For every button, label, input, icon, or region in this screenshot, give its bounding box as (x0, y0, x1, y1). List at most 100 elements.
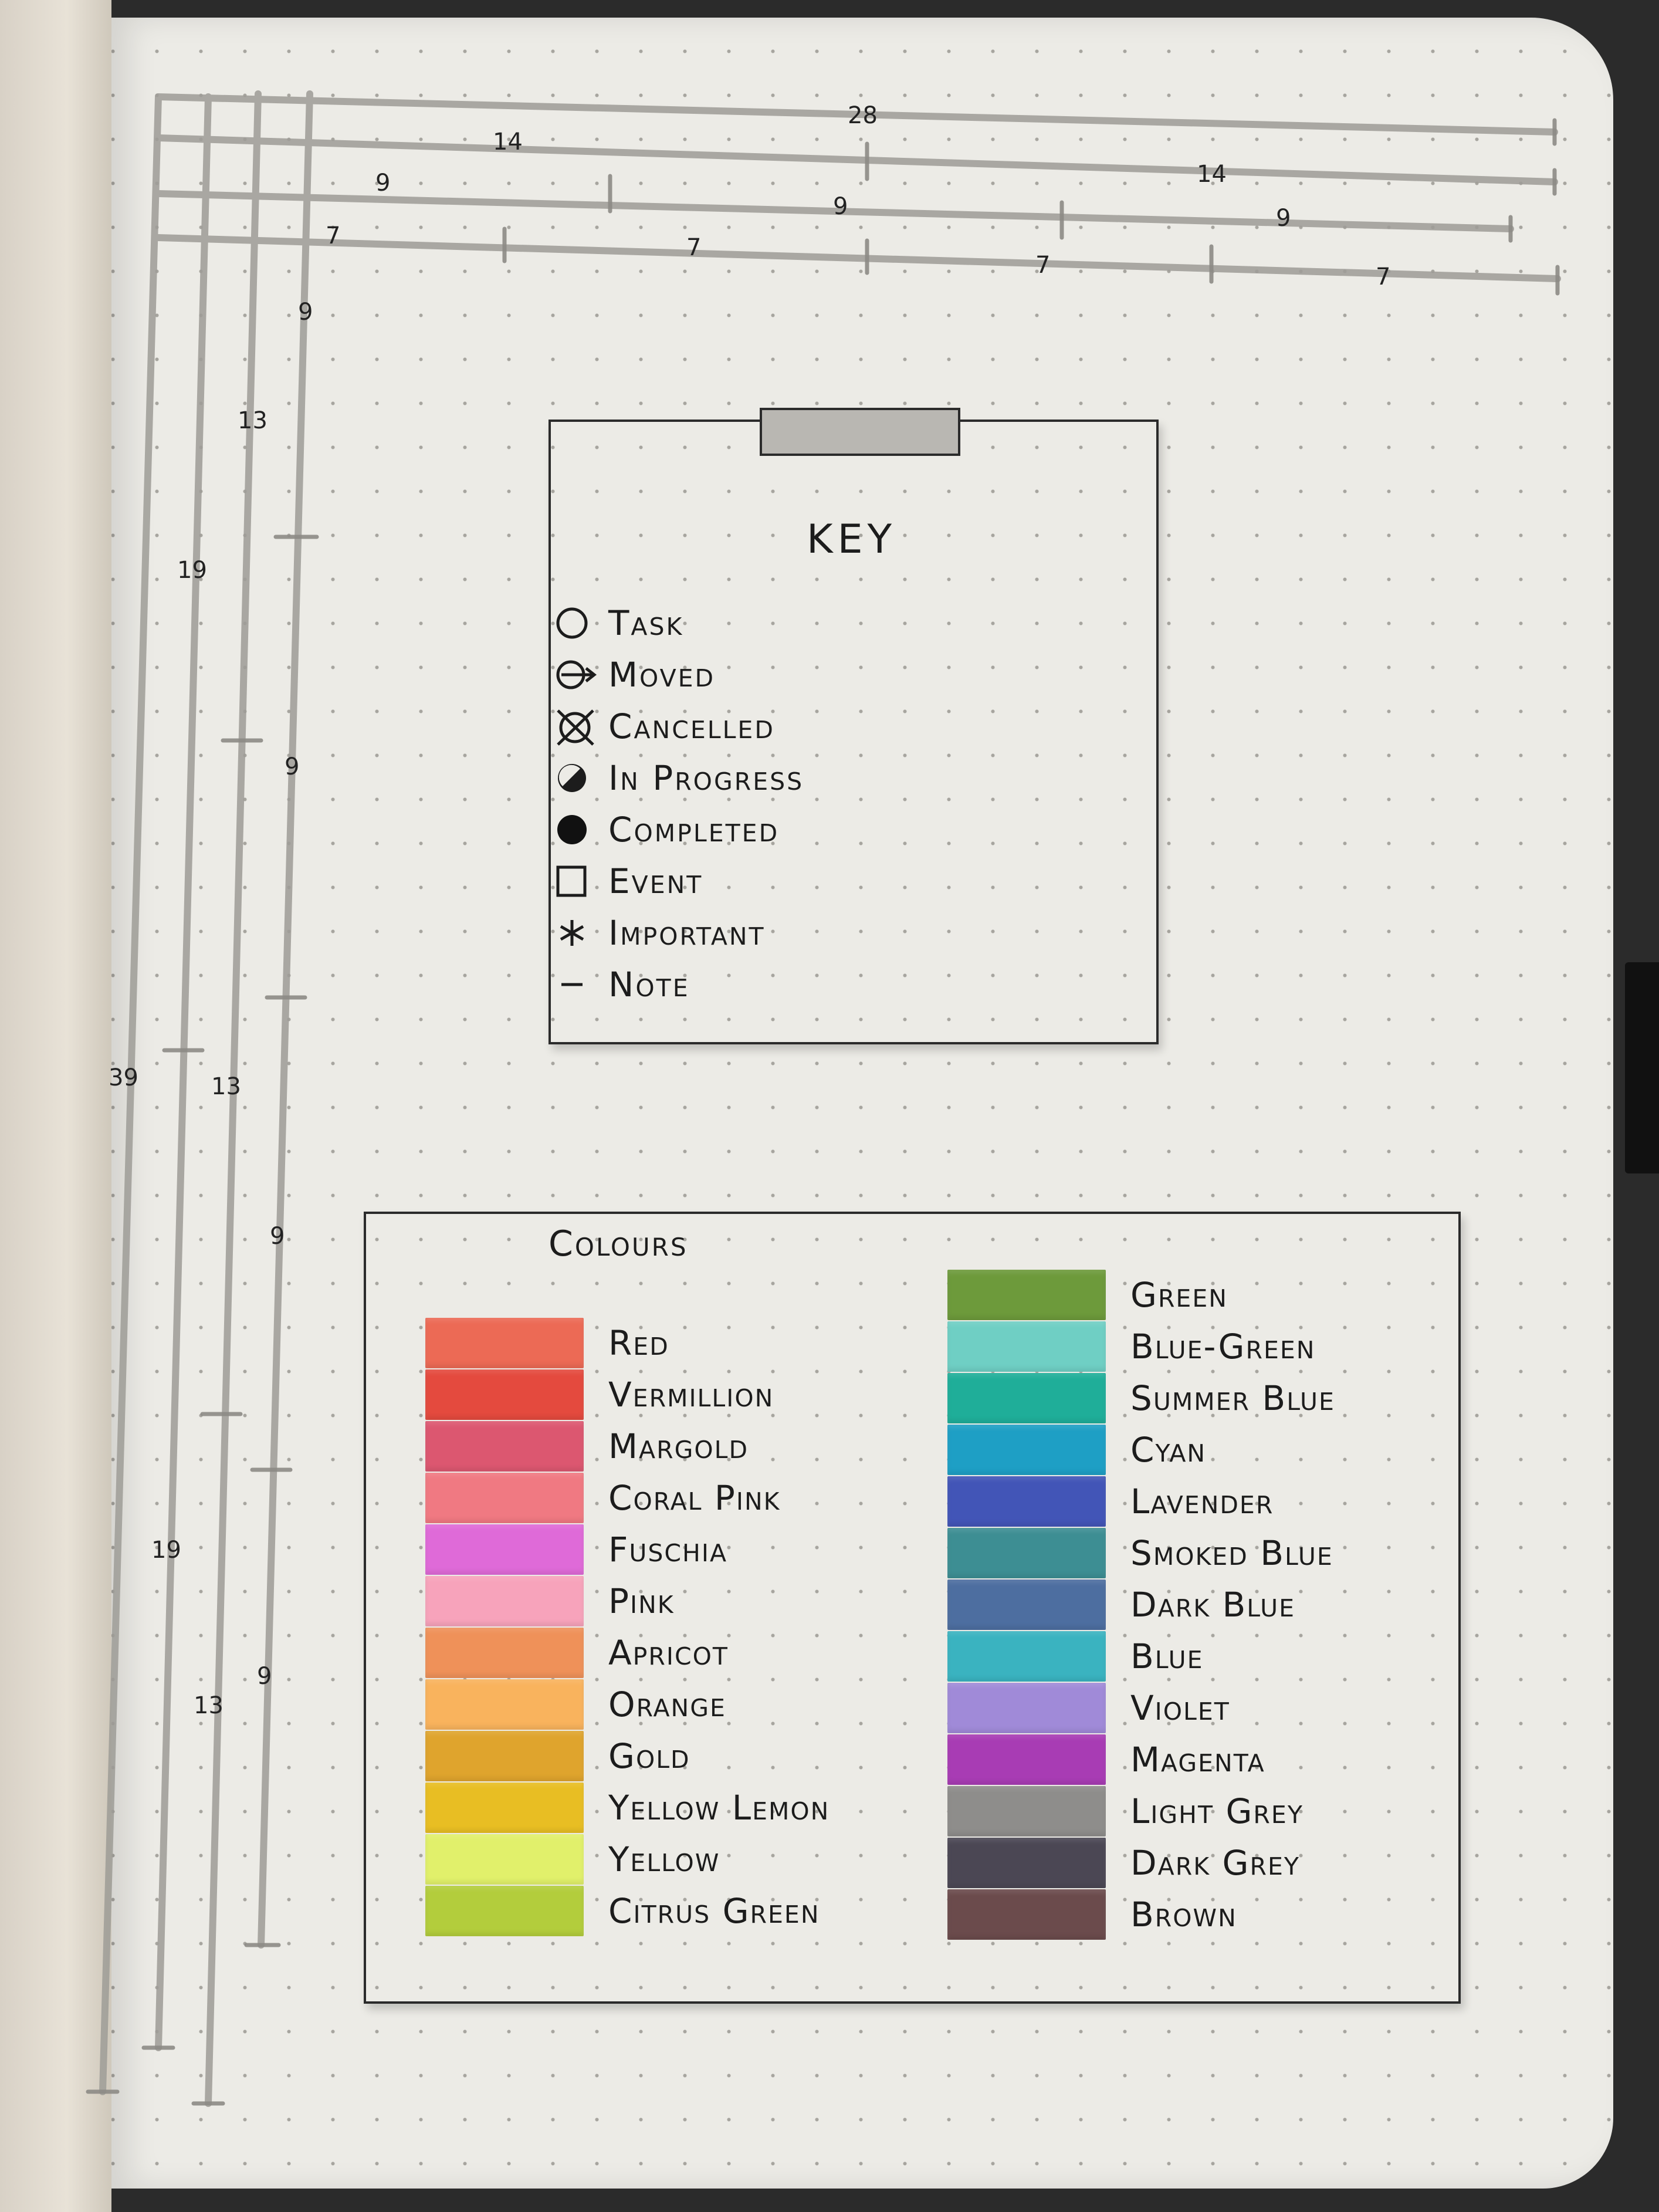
colour-label-apricot: Apricot (608, 1633, 729, 1673)
colour-label-smoked-blue: Smoked Blue (1130, 1533, 1333, 1573)
key-item-note: Note (554, 959, 804, 1010)
colour-swatch-green (947, 1270, 1106, 1320)
key-item-task: Task (554, 597, 804, 649)
colour-swatch-yellow-lemon (425, 1783, 584, 1833)
colour-row-margold: Margold (425, 1420, 830, 1472)
num-28: 28 (848, 102, 878, 129)
colour-row-green: Green (947, 1269, 1335, 1321)
colour-label-cyan: Cyan (1130, 1430, 1207, 1470)
num-7-a: 7 (326, 222, 340, 249)
key-label-cancelled: Cancelled (608, 706, 775, 746)
colour-label-green: Green (1130, 1275, 1228, 1315)
colour-row-vermillion: Vermillion (425, 1369, 830, 1420)
colour-row-yellow: Yellow (425, 1834, 830, 1885)
key-label-in-progress: In Progress (608, 758, 804, 798)
colour-row-yellow-lemon: Yellow Lemon (425, 1782, 830, 1834)
num-7-c: 7 (1035, 252, 1050, 279)
colour-row-fuschia: Fuschia (425, 1524, 830, 1575)
colour-row-summer-blue: Summer Blue (947, 1372, 1335, 1424)
colour-swatch-violet (947, 1683, 1106, 1733)
colour-swatch-gold (425, 1731, 584, 1781)
dash-icon (554, 959, 608, 1010)
colour-label-yellow-lemon: Yellow Lemon (608, 1788, 830, 1828)
colour-row-pink: Pink (425, 1575, 830, 1627)
colour-column-left: Red Vermillion Margold Coral Pink Fuschia Pin… (425, 1317, 830, 1937)
colour-swatch-margold (425, 1421, 584, 1472)
colour-label-gold: Gold (608, 1736, 690, 1776)
colour-swatch-blue (947, 1631, 1106, 1682)
num-9-b: 9 (833, 193, 848, 220)
side-39: 39 (109, 1064, 138, 1091)
colour-swatch-magenta (947, 1734, 1106, 1785)
side-13-a: 13 (238, 407, 268, 434)
colour-row-violet: Violet (947, 1682, 1335, 1734)
colour-label-vermillion: Vermillion (608, 1375, 774, 1415)
colour-swatch-brown (947, 1889, 1106, 1940)
key-list: Task Moved Cancelled In Progress Complet… (554, 597, 804, 1010)
key-item-important: Important (554, 907, 804, 959)
key-label-completed: Completed (608, 810, 780, 850)
side-19-a: 19 (177, 557, 207, 584)
key-label-note: Note (608, 965, 690, 1004)
colour-row-lavender: Lavender (947, 1476, 1335, 1527)
key-item-moved: Moved (554, 649, 804, 701)
side-13-c: 13 (194, 1692, 224, 1719)
colour-label-red: Red (608, 1323, 669, 1363)
colour-swatch-dark-grey (947, 1838, 1106, 1888)
colour-swatch-smoked-blue (947, 1528, 1106, 1578)
key-item-event: Event (554, 855, 804, 907)
colour-label-magenta: Magenta (1130, 1740, 1265, 1780)
key-item-in-progress: In Progress (554, 752, 804, 804)
colour-label-light-grey: Light Grey (1130, 1791, 1304, 1831)
num-7-d: 7 (1376, 263, 1390, 290)
side-9-c: 9 (270, 1223, 285, 1250)
key-item-completed: Completed (554, 804, 804, 855)
colour-row-orange: Orange (425, 1679, 830, 1730)
colour-row-gold: Gold (425, 1730, 830, 1782)
colour-label-coral-pink: Coral Pink (608, 1478, 781, 1518)
colour-swatch-vermillion (425, 1369, 584, 1420)
filled-circle-icon (554, 804, 608, 855)
vbar-39 (99, 93, 162, 2095)
colour-row-smoked-blue: Smoked Blue (947, 1527, 1335, 1579)
colour-row-magenta: Magenta (947, 1734, 1335, 1785)
key-item-cancelled: Cancelled (554, 701, 804, 752)
colour-label-blue: Blue (1130, 1636, 1204, 1676)
colour-row-dark-grey: Dark Grey (947, 1837, 1335, 1889)
key-label-task: Task (608, 603, 684, 643)
colour-label-citrus-green: Citrus Green (608, 1891, 820, 1931)
colour-label-lavender: Lavender (1130, 1482, 1274, 1521)
colour-row-light-grey: Light Grey (947, 1785, 1335, 1837)
num-9-a: 9 (375, 170, 390, 197)
colour-row-blue-green: Blue-Green (947, 1321, 1335, 1372)
colour-swatch-dark-blue (947, 1579, 1106, 1630)
colour-column-right: Green Blue-Green Summer Blue Cyan Lavender Sm… (947, 1269, 1335, 1940)
key-label-event: Event (608, 861, 703, 901)
num-14-a: 14 (493, 128, 523, 155)
num-9-c: 9 (1276, 205, 1291, 232)
circle-arrow-icon (554, 649, 608, 701)
colour-row-brown: Brown (947, 1889, 1335, 1940)
side-9-a: 9 (298, 299, 313, 326)
colour-row-cyan: Cyan (947, 1424, 1335, 1476)
square-icon (554, 855, 608, 907)
colour-swatch-fuschia (425, 1524, 584, 1575)
colour-row-blue: Blue (947, 1631, 1335, 1682)
bar-7 (155, 234, 1561, 282)
num-14-b: 14 (1197, 161, 1227, 188)
colour-swatch-light-grey (947, 1786, 1106, 1836)
colour-label-violet: Violet (1130, 1688, 1230, 1728)
key-label-moved: Moved (608, 655, 716, 695)
colour-swatch-red (425, 1318, 584, 1368)
colour-swatch-orange (425, 1679, 584, 1730)
colours-title: Colours (549, 1223, 688, 1264)
colour-swatch-summer-blue (947, 1373, 1106, 1423)
side-19-b: 19 (151, 1537, 181, 1564)
colour-row-dark-blue: Dark Blue (947, 1579, 1335, 1631)
colour-label-blue-green: Blue-Green (1130, 1327, 1316, 1367)
crossed-circle-icon (554, 701, 608, 752)
asterisk-icon (554, 907, 608, 959)
colour-row-red: Red (425, 1317, 830, 1369)
colour-row-coral-pink: Coral Pink (425, 1472, 830, 1524)
colour-swatch-blue-green (947, 1321, 1106, 1372)
